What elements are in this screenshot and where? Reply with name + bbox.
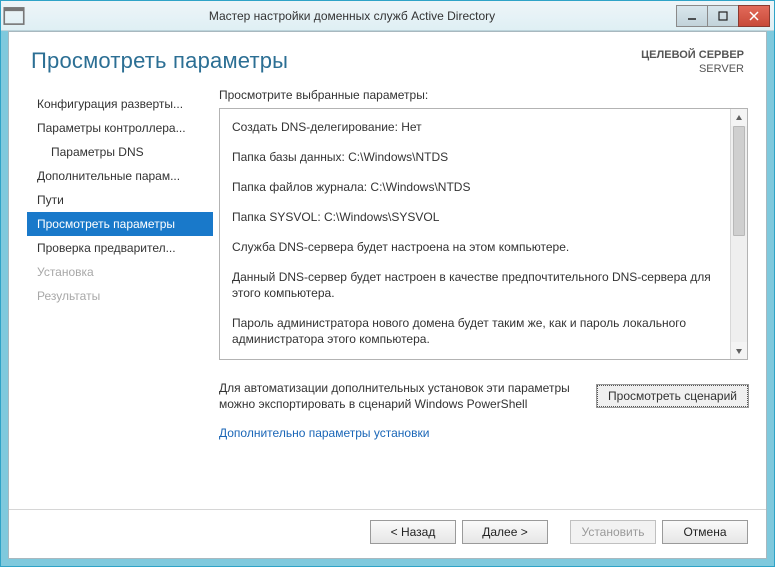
footer: < Назад Далее > Установить Отмена (9, 509, 766, 558)
page-title: Просмотреть параметры (31, 48, 641, 76)
nav-item[interactable]: Проверка предварител... (27, 236, 213, 260)
view-script-button[interactable]: Просмотреть сценарий (597, 385, 748, 407)
settings-line: Папка базы данных: C:\Windows\NTDS (232, 149, 718, 165)
body: Конфигурация разверты...Параметры контро… (9, 84, 766, 509)
scroll-up-button[interactable] (731, 109, 747, 126)
scroll-thumb[interactable] (733, 126, 745, 236)
more-options-link[interactable]: Дополнительно параметры установки (219, 426, 748, 440)
settings-line: Пароль администратора нового домена буде… (232, 315, 718, 347)
app-icon (1, 3, 27, 29)
settings-line: Служба DNS-сервера будет настроена на эт… (232, 239, 718, 255)
back-button[interactable]: < Назад (370, 520, 456, 544)
target-server-label: ЦЕЛЕВОЙ СЕРВЕР (641, 49, 744, 61)
wizard-nav: Конфигурация разверты...Параметры контро… (27, 88, 213, 501)
titlebar[interactable]: Мастер настройки доменных служб Active D… (1, 1, 774, 31)
scrollbar[interactable] (730, 109, 747, 359)
main-panel: Просмотрите выбранные параметры: Создать… (213, 88, 748, 501)
minimize-button[interactable] (676, 5, 708, 27)
target-server-value: SERVER (699, 63, 744, 75)
page-header: Просмотреть параметры ЦЕЛЕВОЙ СЕРВЕР SER… (9, 32, 766, 84)
install-button: Установить (570, 520, 656, 544)
settings-line: Создать DNS-делегирование: Нет (232, 119, 718, 135)
nav-item[interactable]: Пути (27, 188, 213, 212)
settings-content: Создать DNS-делегирование: Нет Папка базы… (220, 109, 730, 359)
nav-item[interactable]: Просмотреть параметры (27, 212, 213, 236)
nav-item[interactable]: Конфигурация разверты... (27, 92, 213, 116)
scroll-down-button[interactable] (731, 342, 747, 359)
export-row: Для автоматизации дополнительных установ… (219, 380, 748, 412)
window-title: Мастер настройки доменных служб Active D… (27, 9, 677, 23)
nav-item: Установка (27, 260, 213, 284)
nav-item[interactable]: Дополнительные парам... (27, 164, 213, 188)
nav-item[interactable]: Параметры контроллера... (27, 116, 213, 140)
settings-line: Данный DNS-сервер будет настроен в качес… (232, 269, 718, 301)
maximize-button[interactable] (707, 5, 739, 27)
settings-listbox[interactable]: Создать DNS-делегирование: Нет Папка базы… (219, 108, 748, 360)
next-button[interactable]: Далее > (462, 520, 548, 544)
window-buttons (677, 5, 770, 27)
nav-item[interactable]: Параметры DNS (27, 140, 213, 164)
settings-line: Папка файлов журнала: C:\Windows\NTDS (232, 179, 718, 195)
scroll-track[interactable] (731, 126, 747, 342)
target-server-block: ЦЕЛЕВОЙ СЕРВЕР SERVER (641, 48, 744, 76)
review-label: Просмотрите выбранные параметры: (219, 88, 748, 102)
nav-item: Результаты (27, 284, 213, 308)
close-button[interactable] (738, 5, 770, 27)
cancel-button[interactable]: Отмена (662, 520, 748, 544)
client-area: Просмотреть параметры ЦЕЛЕВОЙ СЕРВЕР SER… (8, 31, 767, 559)
window-frame: Мастер настройки доменных служб Active D… (0, 0, 775, 567)
export-text: Для автоматизации дополнительных установ… (219, 380, 597, 412)
settings-line: Папка SYSVOL: C:\Windows\SYSVOL (232, 209, 718, 225)
